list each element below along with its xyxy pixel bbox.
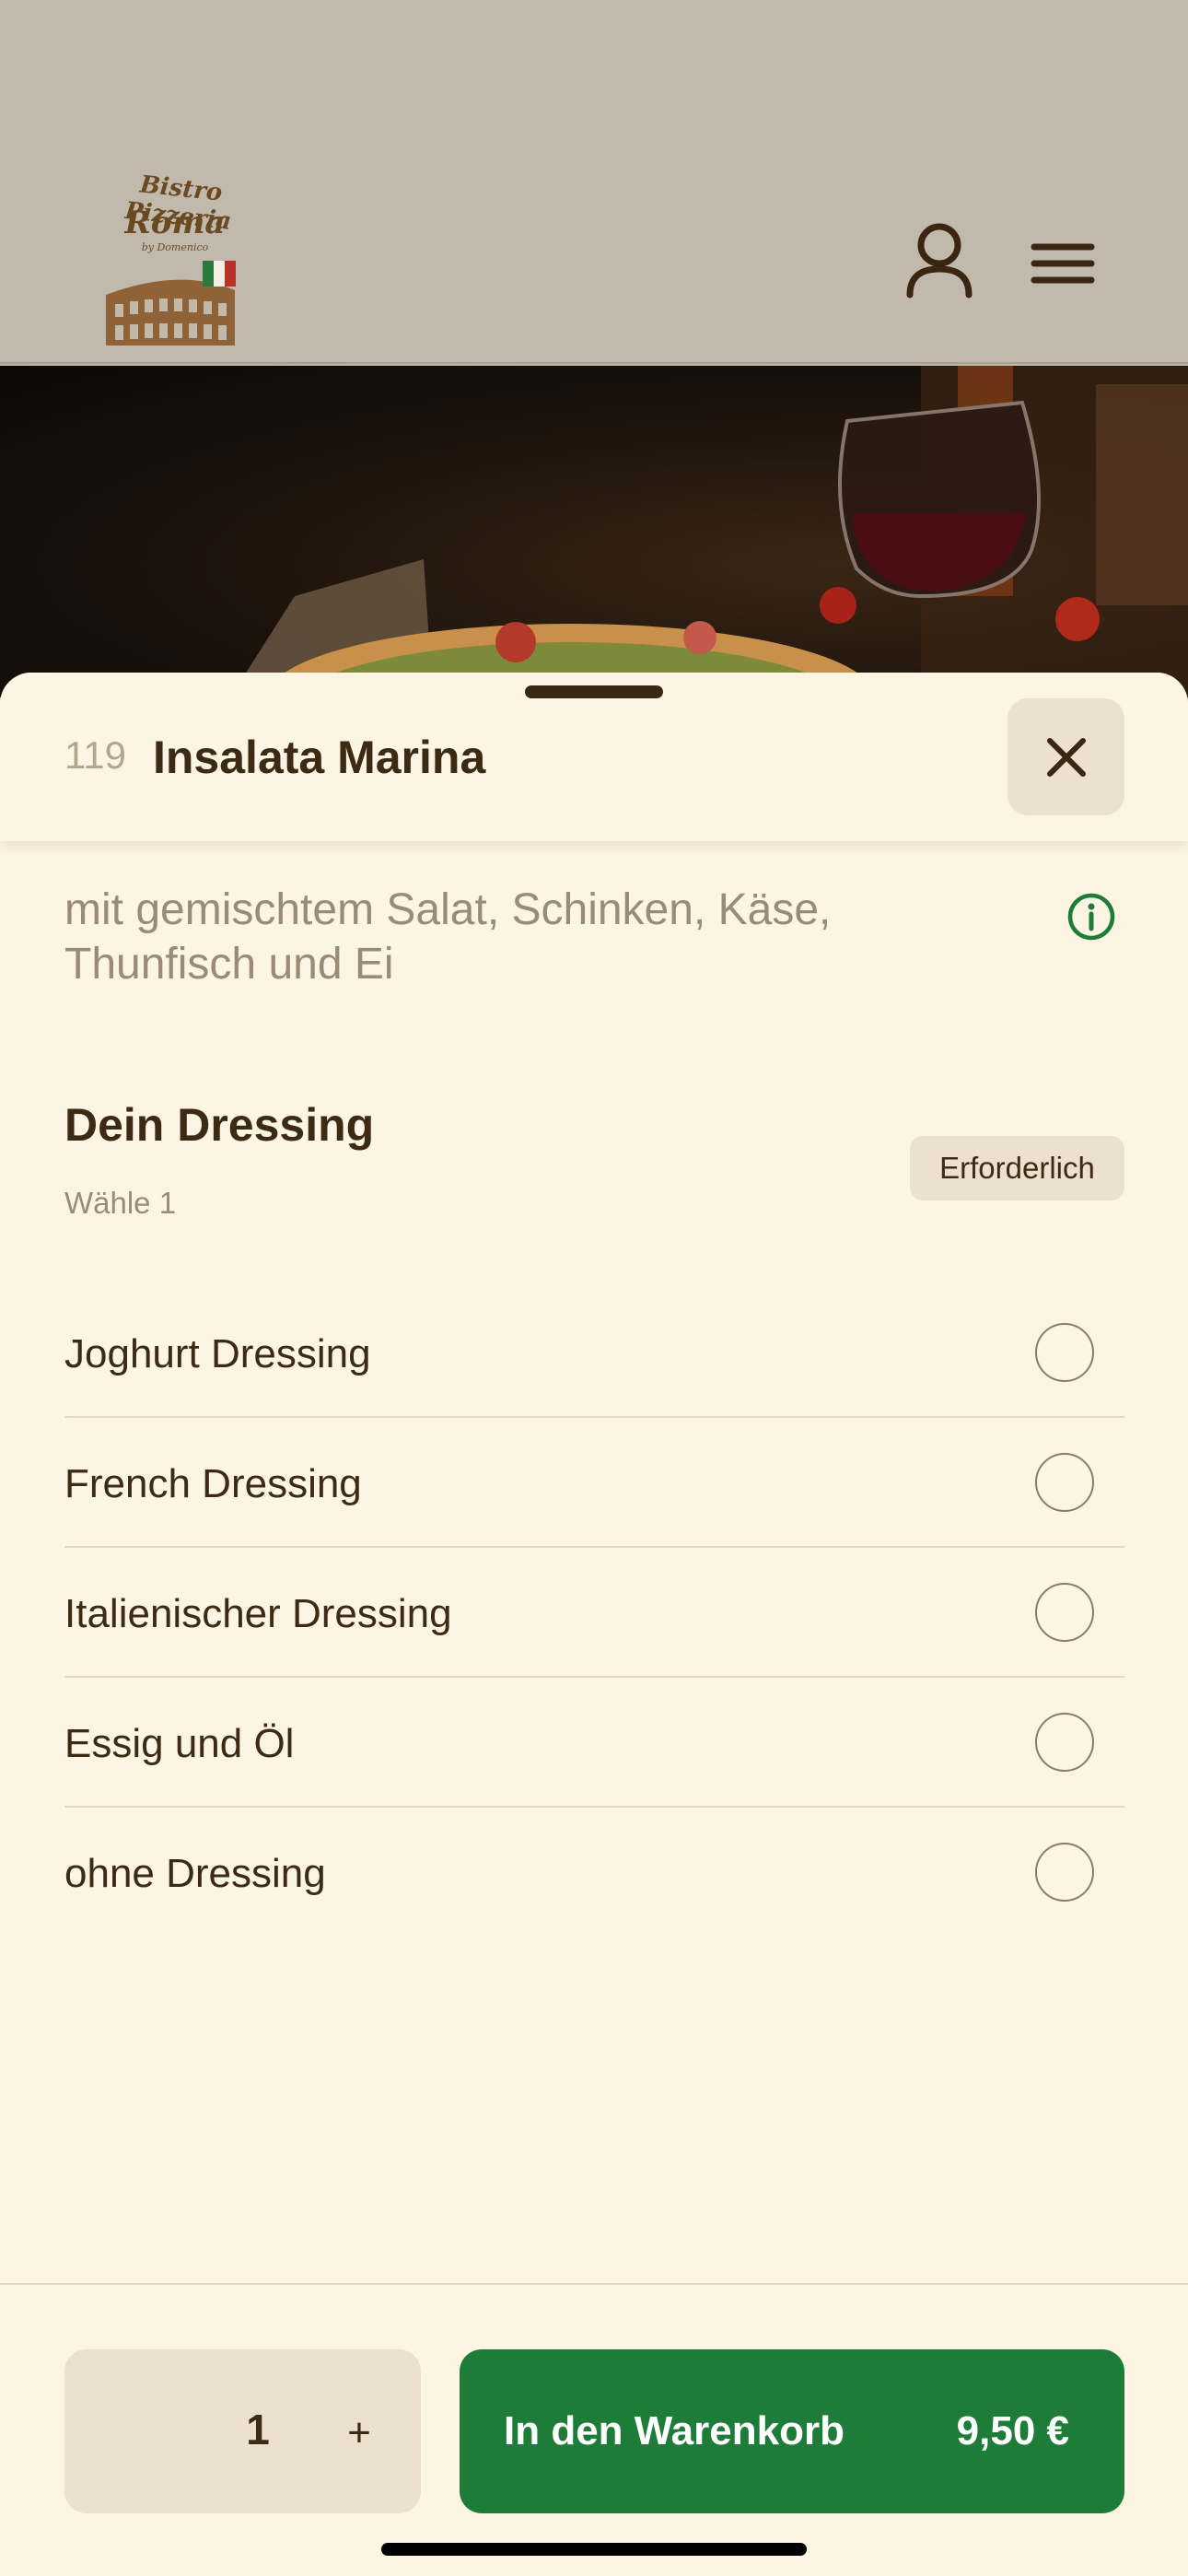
option-label: ohne Dressing	[64, 1851, 326, 1896]
add-to-cart-button[interactable]: In den Warenkorb 9,50 €	[460, 2349, 1124, 2513]
option-joghurt-dressing[interactable]: Joghurt Dressing	[64, 1288, 1124, 1418]
option-ohne-dressing[interactable]: ohne Dressing	[64, 1808, 1124, 1938]
radio-button[interactable]	[1035, 1713, 1094, 1772]
option-group-subtitle: Wähle 1	[64, 1186, 177, 1220]
hamburger-menu-icon[interactable]	[1027, 221, 1101, 304]
option-label: French Dressing	[64, 1461, 362, 1506]
radio-button[interactable]	[1035, 1843, 1094, 1902]
add-to-cart-label: In den Warenkorb	[504, 2408, 844, 2453]
logo-line-2: Roma	[124, 205, 226, 241]
option-italienischer-dressing[interactable]: Italienischer Dressing	[64, 1548, 1124, 1678]
item-description: mit gemischtem Salat, Schinken, Käse, Th…	[64, 885, 832, 989]
dressing-options-list: Joghurt Dressing French Dressing Italien…	[64, 1288, 1124, 1938]
option-french-dressing[interactable]: French Dressing	[64, 1418, 1124, 1548]
option-label: Essig und Öl	[64, 1721, 295, 1766]
sheet-header: 119 Insalata Marina	[0, 673, 1188, 841]
home-indicator[interactable]	[381, 2543, 807, 2556]
sheet-grabber[interactable]	[525, 685, 663, 698]
option-essig-und-oel[interactable]: Essig und Öl	[64, 1678, 1124, 1808]
logo-line-3: by Domenico	[141, 241, 209, 253]
quantity-value: 1	[246, 2406, 270, 2453]
option-label: Italienischer Dressing	[64, 1591, 452, 1636]
item-title: Insalata Marina	[153, 732, 486, 783]
info-icon[interactable]	[1066, 892, 1116, 942]
user-icon[interactable]	[898, 221, 981, 304]
radio-button[interactable]	[1035, 1323, 1094, 1382]
total-price: 9,50 €	[956, 2408, 1069, 2453]
option-label: Joghurt Dressing	[64, 1331, 371, 1376]
quantity-stepper: 1 +	[64, 2349, 421, 2513]
radio-button[interactable]	[1035, 1453, 1094, 1512]
pizza-wine-photo	[230, 366, 1188, 697]
colosseum-icon	[106, 261, 236, 345]
close-button[interactable]	[1007, 698, 1124, 815]
close-icon	[1046, 737, 1086, 777]
required-badge: Erforderlich	[910, 1136, 1124, 1200]
item-number: 119	[64, 733, 126, 777]
increment-button[interactable]: +	[327, 2401, 391, 2465]
app-header: Bistro Pizzeria Roma by Domenico	[0, 0, 1188, 364]
restaurant-logo[interactable]: Bistro Pizzeria Roma by Domenico	[74, 170, 276, 355]
hero-image	[0, 366, 1188, 697]
radio-button[interactable]	[1035, 1583, 1094, 1642]
option-group-title: Dein Dressing	[64, 1099, 375, 1151]
order-footer: 1 + In den Warenkorb 9,50 €	[0, 2283, 1188, 2576]
